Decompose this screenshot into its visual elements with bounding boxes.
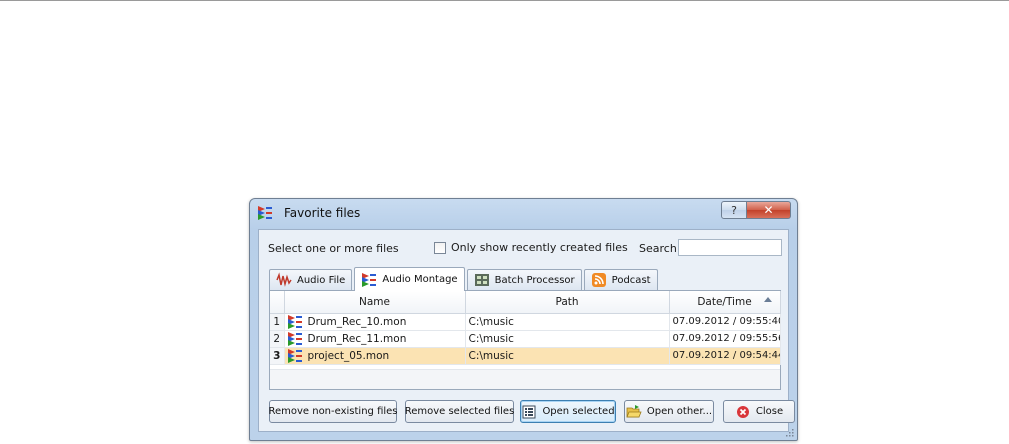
top-divider [0, 0, 1009, 1]
button-label: Open selected [542, 406, 615, 417]
help-button[interactable]: ? [721, 201, 747, 219]
file-path-cell[interactable]: C:\music [465, 330, 670, 348]
file-name: Drum_Rec_10.mon [307, 315, 407, 328]
button-label: Close [755, 406, 784, 417]
column-header-path[interactable]: Path [465, 291, 670, 314]
row-number-header [270, 291, 285, 314]
close-window-button[interactable]: ✕ [747, 201, 791, 219]
column-header-date[interactable]: Date/Time [669, 291, 781, 314]
search-input[interactable] [678, 239, 782, 256]
open-selected-button[interactable]: Open selected [520, 400, 616, 423]
row-number: 3 [270, 347, 285, 365]
column-header-date-label: Date/Time [697, 295, 752, 308]
tab-label: Audio Montage [382, 274, 458, 285]
button-label: Remove selected files [404, 406, 515, 417]
file-date-cell[interactable]: 07.09.2012 / 09:54:44 [669, 347, 781, 365]
tab-audio-montage[interactable]: Audio Montage [354, 267, 465, 291]
montage-file-icon [287, 348, 302, 363]
file-name: project_05.mon [307, 349, 390, 362]
checkbox-box[interactable] [434, 241, 446, 254]
dialog-body: Select one or more files Only show recen… [258, 229, 795, 432]
row-number: 2 [270, 330, 285, 348]
file-date-cell[interactable]: 07.09.2012 / 09:55:40 [669, 313, 781, 331]
montage-file-icon [287, 314, 302, 329]
audio-montage-icon [258, 206, 272, 220]
tab-batch-processor[interactable]: Batch Processor [466, 269, 582, 290]
file-name-cell[interactable]: Drum_Rec_11.mon [284, 330, 466, 348]
title-bar[interactable]: Favorite files ? ✕ [250, 199, 797, 227]
montage-icon [362, 272, 377, 287]
close-circle-icon [736, 405, 749, 418]
table-row[interactable]: 2 Drum_Rec_11.mon C:\music 07.09.2012 / … [270, 330, 781, 348]
search-label: Search [639, 242, 677, 255]
column-header-name[interactable]: Name [284, 291, 466, 314]
close-button[interactable]: Close [723, 400, 795, 423]
tab-label: Podcast [611, 274, 651, 286]
table-row-selected[interactable]: 3 project_05.mon C:\music 07.09.2012 / 0… [270, 347, 781, 365]
tab-label: Audio File [297, 274, 346, 286]
tab-audio-file[interactable]: Audio File [269, 269, 353, 290]
favorite-files-dialog: Favorite files ? ✕ Select one or more fi… [249, 198, 798, 441]
file-type-tabs: Audio File Audio Montage Batch Processor… [269, 266, 660, 291]
rss-icon [591, 273, 606, 287]
button-label: Remove non-existing files [268, 406, 398, 417]
table-header-row: Name Path Date/Time [270, 291, 781, 314]
file-name: Drum_Rec_11.mon [307, 332, 407, 345]
waveform-icon [276, 272, 292, 287]
file-date-cell[interactable]: 07.09.2012 / 09:55:56 [669, 330, 781, 348]
sort-ascending-icon [763, 297, 772, 302]
table-row[interactable]: 1 Drum_Rec_10.mon C:\music 07.09.2012 / … [270, 313, 781, 331]
remove-selected-button[interactable]: Remove selected files [405, 400, 514, 423]
montage-file-icon [287, 331, 302, 346]
recent-files-checkbox[interactable]: Only show recently created files [434, 241, 628, 254]
file-name-cell[interactable]: project_05.mon [284, 347, 466, 365]
button-label: Open other... [646, 406, 713, 417]
table-empty-area [270, 369, 780, 389]
resize-grip-icon[interactable] [784, 427, 794, 437]
tab-label: Batch Processor [494, 274, 575, 286]
dialog-title: Favorite files [284, 206, 361, 220]
tab-podcast[interactable]: Podcast [583, 269, 658, 290]
open-other-button[interactable]: Open other... [624, 400, 714, 423]
file-path-cell[interactable]: C:\music [465, 347, 670, 365]
file-name-cell[interactable]: Drum_Rec_10.mon [284, 313, 466, 331]
row-number: 1 [270, 313, 285, 331]
recent-files-checkbox-label: Only show recently created files [451, 241, 628, 254]
remove-nonexisting-button[interactable]: Remove non-existing files [268, 400, 398, 423]
select-files-label: Select one or more files [268, 242, 399, 255]
open-folder-icon [626, 404, 642, 417]
film-strip-icon [474, 274, 489, 286]
list-icon [522, 405, 536, 418]
file-path-cell[interactable]: C:\music [465, 313, 670, 331]
favorite-files-table: Name Path Date/Time 1 Drum_Rec_10.mon C:… [269, 290, 781, 390]
